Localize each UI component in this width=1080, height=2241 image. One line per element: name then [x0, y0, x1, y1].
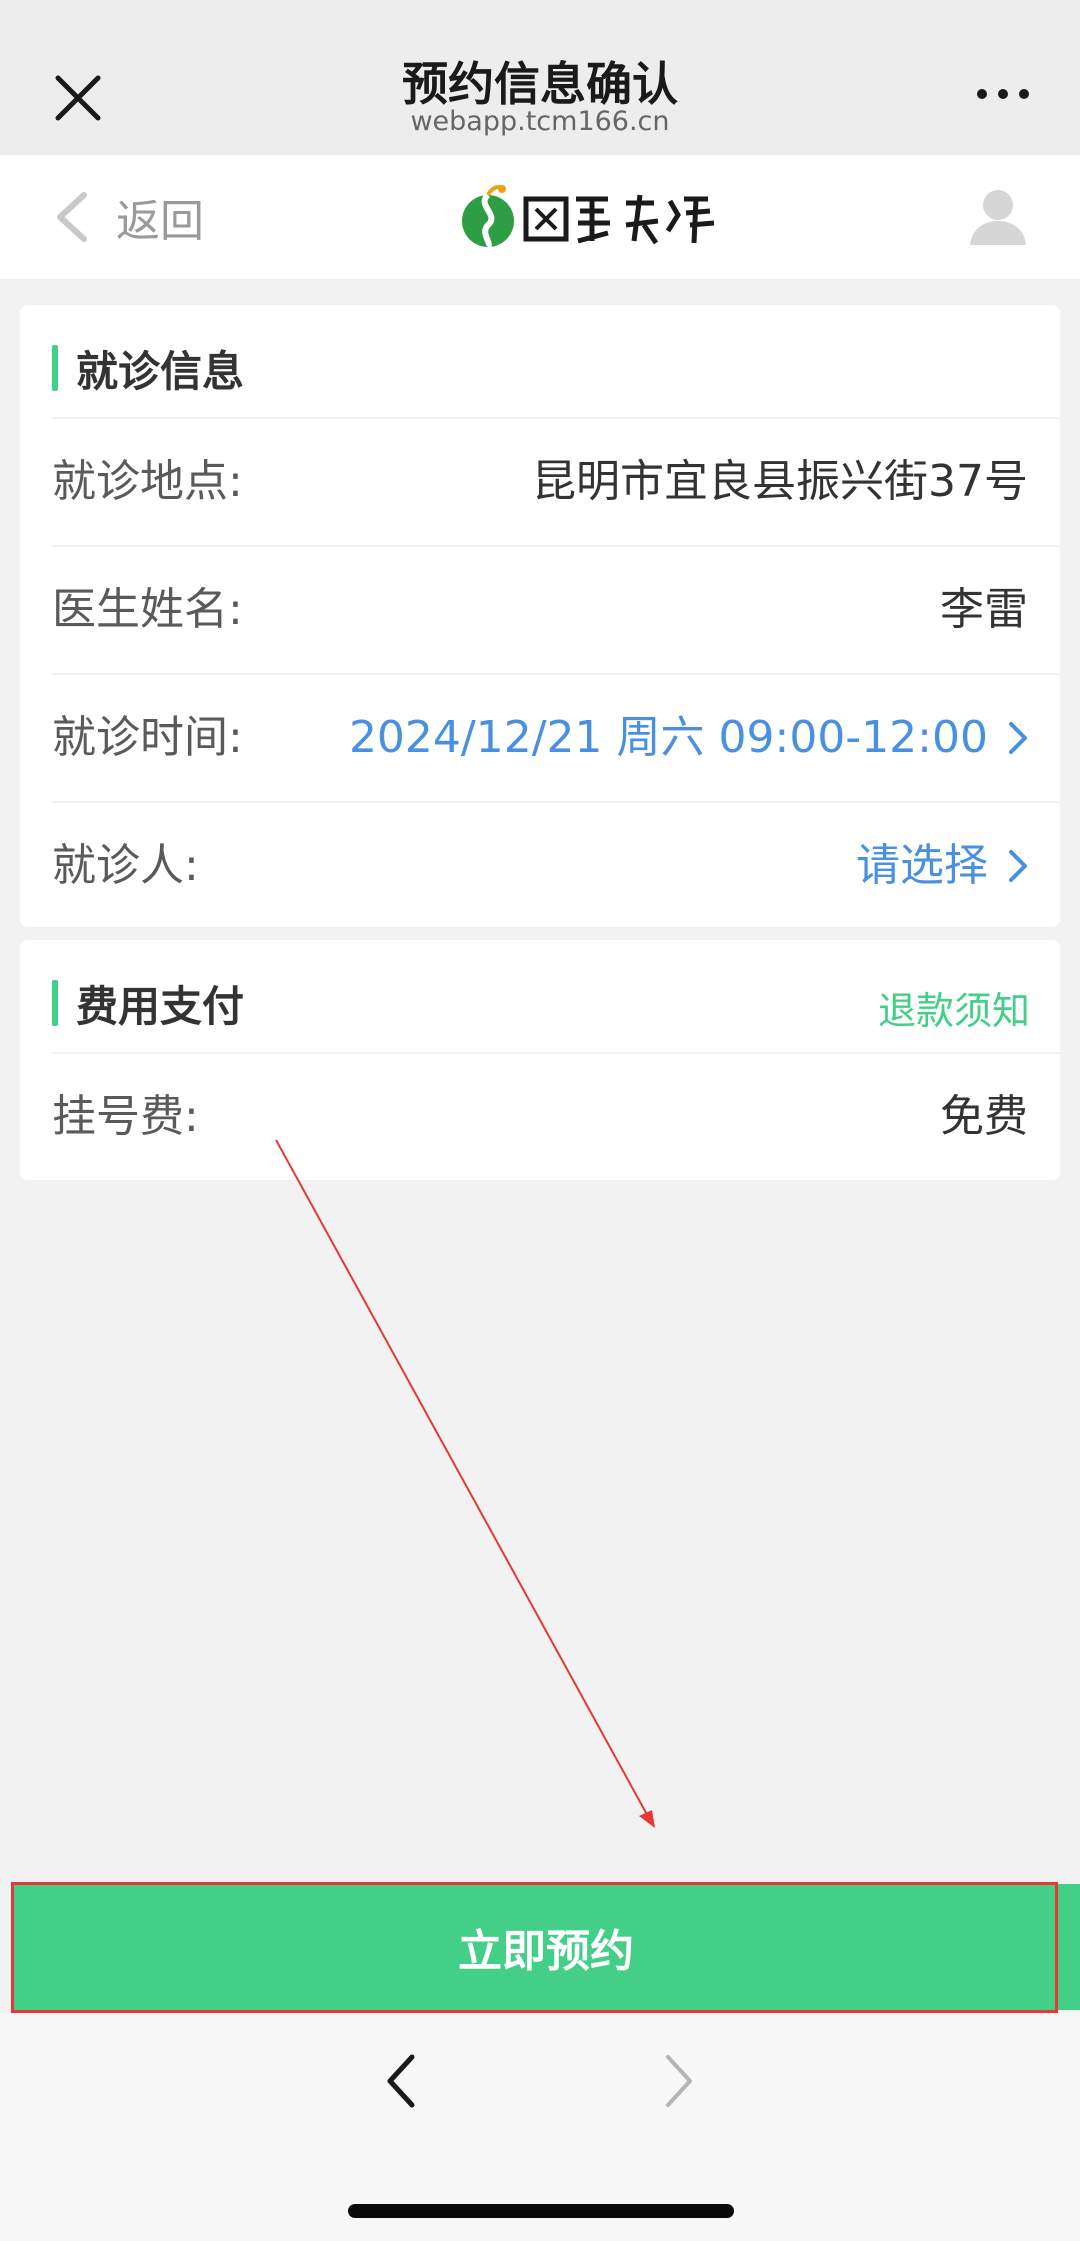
chevron-right-icon [1009, 850, 1027, 882]
payment-card: 费用支付 退款须知 挂号费: 免费 [20, 940, 1060, 1180]
chevron-left-icon [57, 192, 87, 242]
chevron-right-icon [1009, 722, 1027, 754]
row-label: 就诊人: [52, 840, 199, 891]
page-url: webapp.tcm166.cn [410, 106, 670, 137]
row-registration-fee: 挂号费: 免费 [52, 1054, 1028, 1180]
patient-select-text: 请选择 [856, 840, 988, 891]
registration-fee-text: 免费 [940, 1091, 1028, 1142]
more-icon[interactable] [976, 86, 1030, 102]
row-doctor-name: 医生姓名: 李雷 [52, 547, 1028, 673]
registration-fee-value: 免费 [940, 1054, 1028, 1180]
visit-time-value[interactable]: 2024/12/21 周六 09:00-12:00 [349, 675, 1028, 801]
site-header: 返回 [0, 155, 1080, 279]
visit-time-text: 2024/12/21 周六 09:00-12:00 [348, 712, 988, 763]
section-title: 费用支付 [76, 981, 245, 1031]
home-indicator [348, 2204, 734, 2218]
book-now-button[interactable]: 立即预约 [12, 1884, 1080, 2010]
row-label: 挂号费: [52, 1091, 199, 1142]
section-accent-bar [52, 345, 58, 391]
visit-info-card: 就诊信息 就诊地点: 昆明市宜良县振兴街37号 医生姓名: 李雷 就诊时间: 2… [20, 305, 1060, 927]
section-header: 费用支付 [52, 972, 244, 1034]
page-title: 预约信息确认 [402, 57, 678, 111]
nav-back-icon[interactable] [382, 2051, 418, 2111]
row-visit-time[interactable]: 就诊时间: 2024/12/21 周六 09:00-12:00 [52, 675, 1028, 801]
site-logo [462, 185, 715, 250]
row-label: 就诊时间: [52, 712, 243, 763]
doctor-name-text: 李雷 [940, 584, 1028, 635]
doctor-name-value: 李雷 [940, 547, 1028, 673]
patient-select[interactable]: 请选择 [856, 803, 1028, 929]
row-label: 就诊地点: [52, 456, 243, 507]
visit-location-text: 昆明市宜良县振兴街37号 [532, 456, 1028, 507]
section-title: 就诊信息 [76, 346, 245, 396]
row-visit-location: 就诊地点: 昆明市宜良县振兴街37号 [52, 419, 1028, 545]
section-accent-bar [52, 980, 58, 1026]
user-avatar-icon[interactable] [966, 183, 1030, 247]
back-label: 返回 [116, 196, 204, 247]
title-bar: 预约信息确认 webapp.tcm166.cn [0, 0, 1080, 155]
back-button[interactable]: 返回 [50, 189, 204, 247]
visit-location-value: 昆明市宜良县振兴街37号 [532, 419, 1028, 545]
refund-notice-link[interactable]: 退款须知 [878, 980, 1030, 1035]
nav-forward-icon[interactable] [662, 2051, 698, 2111]
row-patient[interactable]: 就诊人: 请选择 [52, 803, 1028, 929]
row-label: 医生姓名: [52, 584, 243, 635]
section-header: 就诊信息 [52, 337, 244, 399]
